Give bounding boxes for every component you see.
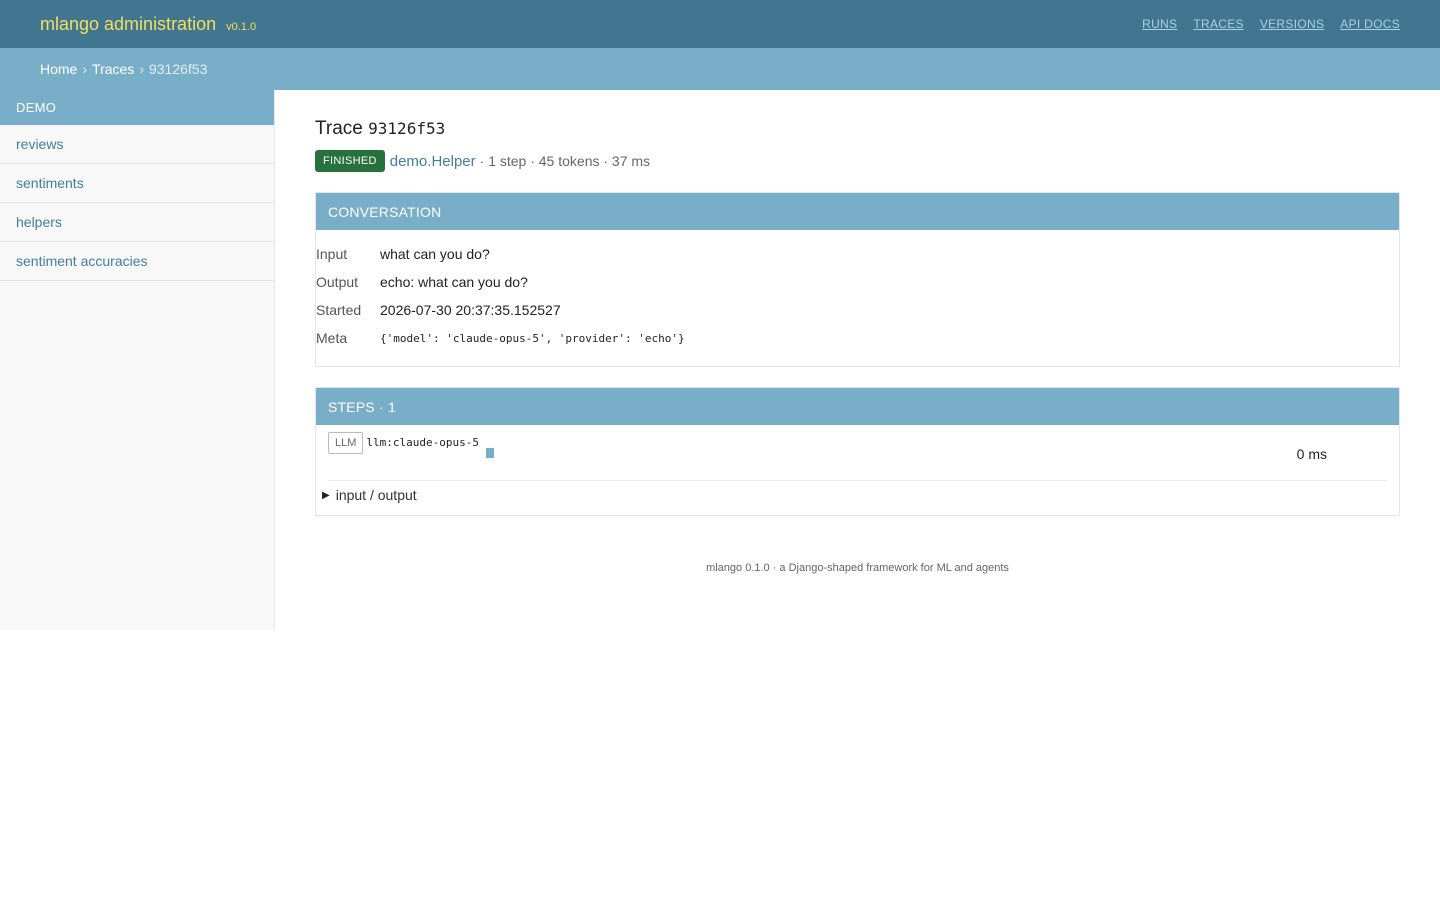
conversation-module: CONVERSATION Input what can you do? Outp…: [315, 192, 1400, 367]
step-name: llm:claude-opus-5: [366, 436, 479, 449]
sidebar-item-sentiments[interactable]: sentiments: [0, 164, 274, 203]
steps-caption: STEPS · 1: [316, 388, 1399, 425]
triangle-right-icon: ▶: [322, 489, 330, 501]
sidebar-item-reviews[interactable]: reviews: [0, 125, 274, 164]
conversation-row-started: Started 2026-07-30 20:37:35.152527: [316, 296, 1399, 324]
breadcrumb-separator: ›: [139, 61, 144, 77]
brand-name[interactable]: mlango administration: [40, 14, 216, 35]
output-value: echo: what can you do?: [380, 274, 528, 290]
trace-summary: FINISHED demo.Helper · 1 step · 45 token…: [315, 150, 1400, 172]
conversation-row-meta: Meta {'model': 'claude-opus-5', 'provide…: [316, 324, 1399, 352]
step-duration: 0 ms: [1296, 446, 1327, 462]
conversation-details: Input what can you do? Output echo: what…: [316, 230, 1399, 366]
trace-id: 93126f53: [368, 119, 446, 138]
top-nav: RUNS TRACES VERSIONS API DOCS: [1142, 17, 1400, 31]
breadcrumb-current: 93126f53: [148, 61, 208, 77]
sidebar-caption[interactable]: DEMO: [0, 90, 274, 125]
step-label: LLM llm:claude-opus-5: [328, 431, 498, 454]
brand-version: v0.1.0: [226, 20, 257, 33]
footer: mlango 0.1.0 · a Django-shaped framework…: [706, 562, 1009, 574]
sidebar-item-helpers[interactable]: helpers: [0, 203, 274, 242]
nav-runs-link[interactable]: RUNS: [1142, 17, 1177, 31]
step-io-label: input / output: [335, 487, 417, 503]
breadcrumb-home[interactable]: Home: [40, 61, 77, 77]
page-title-prefix: Trace: [315, 118, 363, 139]
layout: DEMO reviews sentiments helpers sentimen…: [0, 90, 1440, 630]
nav-traces-link[interactable]: TRACES: [1193, 17, 1243, 31]
sidebar: DEMO reviews sentiments helpers sentimen…: [0, 90, 275, 630]
meta-label: Meta: [316, 330, 348, 346]
started-label: Started: [316, 302, 362, 318]
step-io-toggle[interactable]: ▶ input / output: [322, 481, 1387, 503]
breadcrumb-separator: ›: [82, 61, 88, 77]
breadcrumb-traces[interactable]: Traces: [92, 61, 134, 77]
trace-stats: · 1 step · 45 tokens · 37 ms: [479, 153, 651, 169]
conversation-row-output: Output echo: what can you do?: [316, 268, 1399, 296]
input-label: Input: [316, 246, 348, 262]
step-row: LLM llm:claude-opus-5 0 ms: [328, 431, 1387, 481]
step-title: LLM llm:claude-opus-5: [328, 431, 488, 454]
nav-api-docs-link[interactable]: API DOCS: [1340, 17, 1400, 31]
input-value: what can you do?: [380, 246, 490, 262]
header: mlango administration v0.1.0 RUNS TRACES…: [0, 0, 1440, 48]
status-badge: FINISHED: [315, 150, 385, 172]
conversation-caption: CONVERSATION: [316, 193, 1399, 230]
started-value: 2026-07-30 20:37:35.152527: [380, 302, 561, 318]
conversation-row-input: Input what can you do?: [316, 240, 1399, 268]
output-label: Output: [316, 274, 359, 290]
meta-value: {'model': 'claude-opus-5', 'provider': '…: [380, 331, 685, 345]
steps-module: STEPS · 1 LLMllm:claude-opus-5 0 ms ▶ i: [315, 387, 1400, 516]
sidebar-item-sentiment-accuracies[interactable]: sentiment accuracies: [0, 242, 274, 281]
step-timeline: [486, 431, 1267, 471]
agent-link[interactable]: demo.Helper: [390, 153, 476, 170]
brand: mlango administration v0.1.0: [40, 14, 256, 35]
nav-versions-link[interactable]: VERSIONS: [1260, 17, 1324, 31]
main-content: Trace 93126f53 FINISHED demo.Helper · 1 …: [275, 90, 1440, 630]
step-kind-badge: LLM: [328, 432, 364, 454]
steps-body: LLM llm:claude-opus-5 0 ms ▶ input / outp…: [316, 425, 1399, 515]
page-title: Trace 93126f53: [315, 118, 1400, 142]
step-duration-bar: [486, 448, 494, 458]
breadcrumb: Home › Traces › 93126f53: [0, 48, 1440, 90]
